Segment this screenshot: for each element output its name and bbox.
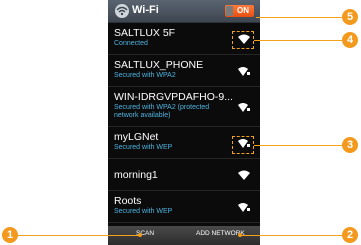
toggle-knob: [226, 6, 233, 16]
phone-screen: Wi-Fi ON SALTLUX 5F Connected SALTLUX_PH…: [108, 0, 260, 245]
network-name: SALTLUX_PHONE: [114, 59, 204, 71]
callout-line-5: [256, 17, 342, 18]
network-row[interactable]: WIN-IDRGVPDAFHO-9... Secured with WPA2 (…: [108, 87, 260, 127]
callout-line-4: [254, 40, 342, 41]
network-name: WIN-IDRGVPDAFHO-9...: [114, 91, 232, 103]
network-name: morning1: [114, 169, 158, 181]
settings-icon: [115, 4, 129, 18]
network-row[interactable]: morning1: [108, 159, 260, 191]
network-row[interactable]: Roots Secured with WEP: [108, 191, 260, 223]
network-name: SALTLUX 5F: [114, 27, 176, 39]
callout-dot-2: [238, 233, 242, 237]
network-status: Connected: [114, 40, 148, 47]
network-name: Roots: [114, 195, 142, 207]
open-signal-highlight: [232, 136, 254, 154]
callout-marker-3: 3: [342, 137, 358, 153]
network-name: myLGNet: [114, 131, 159, 143]
wifi-signal-icon: [238, 170, 250, 180]
toggle-label: ON: [237, 6, 249, 15]
wifi-secured-icon: [238, 103, 250, 112]
wifi-secured-icon: [238, 67, 250, 76]
callout-marker-1: 1: [2, 227, 18, 243]
callout-marker-2: 2: [342, 227, 358, 243]
wifi-toggle[interactable]: ON: [223, 4, 256, 18]
callout-marker-5: 5: [342, 9, 358, 25]
callout-line-3: [254, 145, 342, 146]
callout-marker-4: 4: [342, 32, 358, 48]
network-row[interactable]: SALTLUX_PHONE Secured with WPA2: [108, 55, 260, 87]
callout-line-1: [18, 235, 140, 236]
callout-line-2: [240, 235, 342, 236]
network-status: Secured with WPA2: [114, 72, 176, 79]
toggle-switch[interactable]: ON: [225, 5, 254, 17]
title-bar: Wi-Fi ON: [108, 0, 260, 23]
network-status: Secured with WPA2 (protected network ava…: [114, 104, 210, 119]
network-status: Secured with WEP: [114, 208, 173, 215]
connected-signal-highlight: [232, 31, 254, 49]
callout-dot-1: [138, 233, 142, 237]
page-title: Wi-Fi: [132, 4, 159, 16]
wifi-secured-icon: [238, 203, 250, 212]
network-status: Secured with WEP: [114, 144, 173, 151]
network-list: SALTLUX 5F Connected SALTLUX_PHONE Secur…: [108, 23, 260, 223]
